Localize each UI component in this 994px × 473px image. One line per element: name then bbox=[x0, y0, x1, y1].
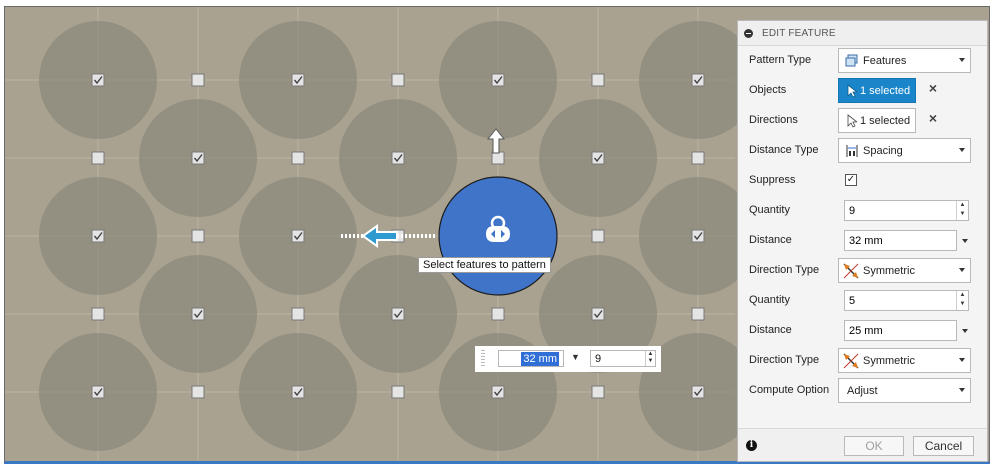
instance-checkbox[interactable] bbox=[91, 307, 105, 321]
row-directions: Directions 1 selected × bbox=[738, 106, 989, 136]
chevron-down-icon[interactable]: ▼ bbox=[571, 352, 580, 362]
instance-checkbox[interactable] bbox=[691, 307, 705, 321]
instance-checkbox[interactable] bbox=[291, 73, 305, 87]
symmetric-icon bbox=[843, 263, 859, 279]
instance-checkbox[interactable] bbox=[491, 73, 505, 87]
cursor-icon bbox=[847, 114, 857, 128]
drag-grip[interactable] bbox=[481, 350, 485, 368]
quantity-1-stepper[interactable]: ▲ ▼ bbox=[956, 201, 968, 220]
direction-type-1-dropdown[interactable]: Symmetric bbox=[838, 258, 971, 283]
instance-checkbox[interactable] bbox=[191, 307, 205, 321]
quantity-2-input[interactable]: 5 ▲ ▼ bbox=[844, 290, 969, 311]
row-pattern-type: Pattern Type Features bbox=[738, 46, 989, 76]
distance-1-input[interactable]: 32 mm bbox=[844, 230, 957, 251]
inline-distance-field[interactable]: 32 mm bbox=[498, 350, 564, 367]
compute-option-dropdown[interactable]: Adjust bbox=[838, 378, 971, 403]
instance-checkbox[interactable] bbox=[491, 151, 505, 165]
distance-type-dropdown[interactable]: Spacing bbox=[838, 138, 971, 163]
row-distance-1: Distance 32 mm bbox=[738, 226, 989, 256]
chevron-down-icon bbox=[959, 268, 965, 272]
row-distance-type: Distance Type Spacing bbox=[738, 136, 989, 166]
instance-checkbox[interactable] bbox=[691, 229, 705, 243]
panel-footer: i OK Cancel bbox=[738, 428, 987, 461]
cancel-button[interactable]: Cancel bbox=[913, 436, 974, 456]
instance-checkbox[interactable] bbox=[291, 229, 305, 243]
edit-feature-panel: EDIT FEATURE Pattern Type Features Objec… bbox=[737, 20, 988, 462]
instance-checkbox[interactable] bbox=[191, 229, 205, 243]
chevron-down-icon bbox=[959, 358, 965, 362]
direction-type-2-dropdown[interactable]: Symmetric bbox=[838, 348, 971, 373]
pattern-type-dropdown[interactable]: Features bbox=[838, 48, 971, 73]
chevron-down-icon[interactable] bbox=[962, 239, 968, 243]
row-objects: Objects 1 selected × bbox=[738, 76, 989, 106]
info-icon[interactable]: i bbox=[746, 440, 757, 451]
instance-checkbox[interactable] bbox=[91, 385, 105, 399]
instance-checkbox[interactable] bbox=[391, 385, 405, 399]
spacing-icon bbox=[846, 145, 858, 157]
ok-button[interactable]: OK bbox=[844, 436, 904, 456]
chevron-down-icon[interactable] bbox=[962, 329, 968, 333]
instance-checkbox[interactable] bbox=[391, 151, 405, 165]
instance-checkbox[interactable] bbox=[391, 307, 405, 321]
instance-checkbox[interactable] bbox=[591, 385, 605, 399]
chevron-down-icon bbox=[959, 58, 965, 62]
row-distance-2: Distance 25 mm bbox=[738, 316, 989, 346]
row-direction-type-2: Direction Type Symmetric bbox=[738, 346, 989, 376]
quantity-1-input[interactable]: 9 ▲ ▼ bbox=[844, 200, 969, 221]
suppress-checkbox[interactable]: ✓ bbox=[845, 174, 857, 186]
instance-checkbox[interactable] bbox=[291, 151, 305, 165]
row-suppress: Suppress ✓ bbox=[749, 174, 857, 186]
instance-checkbox[interactable] bbox=[591, 229, 605, 243]
inline-quantity-field[interactable]: 9 ▲ ▼ bbox=[590, 350, 656, 367]
quantity-2-stepper[interactable]: ▲ ▼ bbox=[956, 291, 968, 310]
clear-objects-icon[interactable]: × bbox=[926, 81, 940, 96]
instance-checkbox[interactable] bbox=[291, 385, 305, 399]
instance-checkbox[interactable] bbox=[691, 151, 705, 165]
distance-2-input[interactable]: 25 mm bbox=[844, 320, 957, 341]
instance-checkbox[interactable] bbox=[291, 307, 305, 321]
panel-title: EDIT FEATURE bbox=[762, 27, 836, 39]
instance-checkbox[interactable] bbox=[691, 73, 705, 87]
instance-checkbox[interactable] bbox=[191, 73, 205, 87]
instance-checkbox[interactable] bbox=[191, 151, 205, 165]
chevron-down-icon bbox=[959, 388, 965, 392]
row-direction-type-1: Direction Type Symmetric bbox=[738, 256, 989, 286]
instance-checkbox[interactable] bbox=[591, 307, 605, 321]
row-compute-option: Compute Option Adjust bbox=[738, 376, 989, 406]
instance-checkbox[interactable] bbox=[491, 307, 505, 321]
features-icon bbox=[845, 54, 858, 67]
instance-checkbox[interactable] bbox=[591, 73, 605, 87]
instance-checkbox[interactable] bbox=[691, 385, 705, 399]
cursor-icon bbox=[847, 84, 857, 98]
directions-select-button[interactable]: 1 selected bbox=[838, 108, 916, 133]
instance-checkbox[interactable] bbox=[391, 73, 405, 87]
quantity-stepper[interactable]: ▲ ▼ bbox=[645, 351, 655, 366]
instance-checkbox[interactable] bbox=[91, 73, 105, 87]
symmetric-icon bbox=[843, 353, 859, 369]
row-quantity-2: Quantity 5 ▲ ▼ bbox=[738, 286, 989, 316]
instance-checkbox[interactable] bbox=[91, 229, 105, 243]
instance-checkbox[interactable] bbox=[591, 151, 605, 165]
objects-select-button[interactable]: 1 selected bbox=[838, 78, 916, 103]
panel-header[interactable]: EDIT FEATURE bbox=[738, 21, 987, 46]
instance-checkbox[interactable] bbox=[91, 151, 105, 165]
row-quantity-1: Quantity 9 ▲ ▼ bbox=[738, 196, 989, 226]
inline-value-input: 32 mm ▼ 9 ▲ ▼ bbox=[475, 346, 661, 372]
clear-directions-icon[interactable]: × bbox=[926, 111, 940, 126]
instance-checkbox[interactable] bbox=[191, 385, 205, 399]
instance-checkbox[interactable] bbox=[491, 385, 505, 399]
selection-tooltip: Select features to pattern bbox=[418, 257, 551, 273]
chevron-down-icon bbox=[959, 148, 965, 152]
collapse-icon[interactable] bbox=[744, 28, 753, 38]
